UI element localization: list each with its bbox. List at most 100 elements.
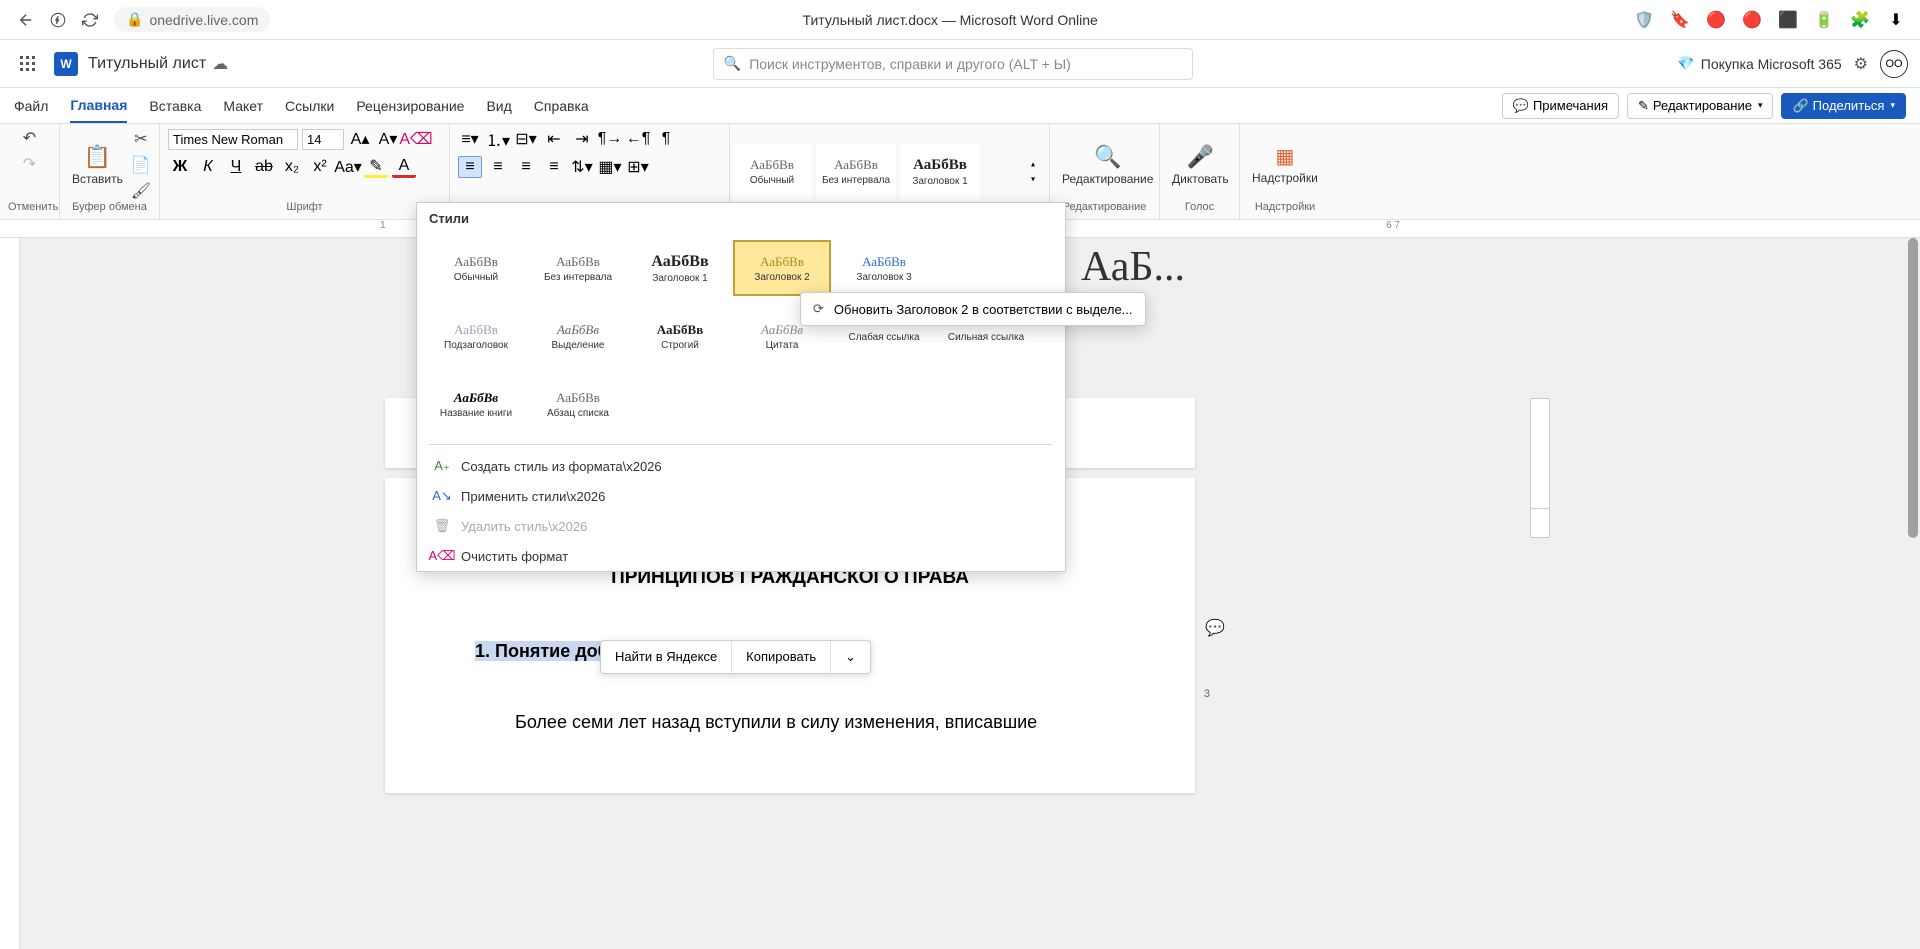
vertical-scrollbar[interactable] — [1906, 238, 1920, 949]
comment-margin-box[interactable] — [1530, 508, 1550, 538]
ext2-icon[interactable]: 🔴 — [1738, 6, 1766, 34]
tab-view[interactable]: Вид — [486, 90, 511, 122]
search-placeholder: Поиск инструментов, справки и другого (A… — [749, 56, 1071, 72]
word-app-icon[interactable]: W — [54, 52, 78, 76]
style-card-заголовок-1[interactable]: АаБбВвЗаголовок 1 — [631, 240, 729, 296]
font-name-select[interactable] — [168, 129, 298, 150]
shading-icon[interactable]: ▦▾ — [598, 156, 622, 178]
style-card-обычный[interactable]: АаБбВвОбычный — [427, 240, 525, 296]
scroll-thumb[interactable] — [1908, 238, 1918, 538]
copy-icon[interactable]: 📄 — [131, 155, 151, 175]
tab-home[interactable]: Главная — [70, 89, 127, 123]
italic-icon[interactable]: К — [196, 156, 220, 178]
update-style-menu-item[interactable]: ⟳ Обновить Заголовок 2 в соответствии с … — [800, 292, 1146, 326]
align-center-icon[interactable]: ≡ — [486, 156, 510, 178]
align-left-icon[interactable]: ≡ — [458, 156, 482, 178]
rtl-icon[interactable]: ←¶ — [626, 128, 650, 150]
indent-icon[interactable]: ⇥ — [570, 128, 594, 150]
justify-icon[interactable]: ≡ — [542, 156, 566, 178]
line-spacing-icon[interactable]: ⇅▾ — [570, 156, 594, 178]
dictate-button[interactable]: 🎤Диктовать — [1168, 140, 1233, 190]
change-case-icon[interactable]: Aa▾ — [336, 156, 360, 178]
search-input[interactable]: 🔍 Поиск инструментов, справки и другого … — [713, 48, 1193, 80]
show-marks-icon[interactable]: ¶ — [654, 128, 678, 150]
numbering-icon[interactable]: ⒈▾ — [486, 128, 510, 150]
comment-bubble-icon[interactable]: 💬 — [1205, 618, 1225, 638]
buy-m365-button[interactable]: 💎 Покупка Microsoft 365 — [1677, 55, 1841, 72]
redo-icon[interactable]: ↷ — [20, 154, 40, 174]
create-style-action[interactable]: A₊Создать стиль из формата\x2026 — [417, 451, 1065, 481]
clear-format-action[interactable]: A⌫Очистить формат — [417, 541, 1065, 571]
quick-style-card[interactable]: АаБбВвОбычный — [732, 144, 812, 200]
doc-paragraph[interactable]: Более семи лет назад вступили в силу изм… — [475, 712, 1105, 733]
tab-layout[interactable]: Макет — [223, 90, 263, 122]
outdent-icon[interactable]: ⇤ — [542, 128, 566, 150]
undo-icon[interactable]: ↶ — [20, 128, 40, 148]
download-icon[interactable]: ⬇ — [1882, 6, 1910, 34]
clear-format-icon[interactable]: A⌫ — [404, 128, 428, 150]
multilevel-icon[interactable]: ⊟▾ — [514, 128, 538, 150]
tab-insert[interactable]: Вставка — [149, 90, 201, 122]
extensions-icon[interactable]: 🧩 — [1846, 6, 1874, 34]
font-size-select[interactable] — [302, 129, 344, 150]
quick-style-card[interactable]: АаБбВвЗаголовок 1 — [900, 144, 980, 200]
format-painter-icon[interactable]: 🖌 — [131, 181, 151, 201]
copy-button[interactable]: Копировать — [732, 641, 831, 673]
share-button[interactable]: 🔗Поделиться▾ — [1781, 93, 1906, 119]
delete-style-action: 🗑Удалить стиль\x2026 — [417, 511, 1065, 541]
underline-icon[interactable]: Ч — [224, 156, 248, 178]
borders-icon[interactable]: ⊞▾ — [626, 156, 650, 178]
apply-styles-action[interactable]: A↘Применить стили\x2026 — [417, 481, 1065, 511]
ext3-icon[interactable]: ⬛ — [1774, 6, 1802, 34]
yandex-search-button[interactable]: Найти в Яндексе — [601, 641, 732, 673]
vertical-ruler[interactable] — [0, 238, 20, 949]
style-card-подзаголовок[interactable]: АаБбВвПодзаголовок — [427, 308, 525, 364]
align-right-icon[interactable]: ≡ — [514, 156, 538, 178]
strike-icon[interactable]: ab — [252, 156, 276, 178]
ltr-icon[interactable]: ¶→ — [598, 128, 622, 150]
editing-mode-button[interactable]: ✎Редактирование▾ — [1627, 93, 1773, 119]
highlight-icon[interactable]: ✎ — [364, 156, 388, 178]
paste-button[interactable]: 📋 Вставить — [68, 140, 127, 190]
tab-help[interactable]: Справка — [534, 90, 589, 122]
app-launcher-icon[interactable] — [12, 48, 44, 80]
style-card-заголовок-3[interactable]: АаБбВвЗаголовок 3 — [835, 240, 933, 296]
comments-button[interactable]: 💬Примечания — [1502, 93, 1619, 119]
mini-more-icon[interactable]: ⌄ — [831, 641, 870, 673]
address-bar[interactable]: 🔒 onedrive.live.com — [114, 7, 270, 32]
style-card-строгий[interactable]: АаБбВвСтрогий — [631, 308, 729, 364]
avatar[interactable]: OO — [1880, 50, 1908, 78]
superscript-icon[interactable]: x² — [308, 156, 332, 178]
addins-button[interactable]: ▦Надстройки — [1248, 140, 1322, 189]
style-card-название-книги[interactable]: АаБбВвНазвание книги — [427, 376, 525, 432]
quick-style-card[interactable]: АаБбВвБез интервала — [816, 144, 896, 200]
shrink-font-icon[interactable]: A▾ — [376, 128, 400, 150]
grow-font-icon[interactable]: A▴ — [348, 128, 372, 150]
settings-icon[interactable]: ⚙ — [1854, 54, 1868, 74]
cloud-sync-icon[interactable]: ☁ — [212, 54, 228, 74]
styles-gallery-popup: Стили АаБ... АаБбВвОбычныйАаБбВвБез инте… — [416, 202, 1066, 572]
subscript-icon[interactable]: x₂ — [280, 156, 304, 178]
cut-icon[interactable]: ✂ — [131, 129, 151, 149]
ext1-icon[interactable]: 🔴 — [1702, 6, 1730, 34]
shield-icon[interactable]: 🛡️ — [1630, 6, 1658, 34]
reload-icon[interactable] — [74, 4, 106, 36]
style-card-абзац-списка[interactable]: АаБбВвАбзац списка — [529, 376, 627, 432]
styles-scroll-up-icon[interactable]: ▴ — [1021, 157, 1045, 171]
back-icon[interactable] — [10, 4, 42, 36]
tab-review[interactable]: Рецензирование — [356, 90, 464, 122]
document-name[interactable]: Титульный лист — [88, 55, 206, 73]
battery-icon[interactable]: 🔋 — [1810, 6, 1838, 34]
yandex-icon[interactable] — [42, 4, 74, 36]
bullets-icon[interactable]: ≡▾ — [458, 128, 482, 150]
bookmark-icon[interactable]: 🔖 — [1666, 6, 1694, 34]
tab-references[interactable]: Ссылки — [285, 90, 334, 122]
font-color-icon[interactable]: A — [392, 156, 416, 178]
style-card-заголовок-2[interactable]: АаБбВвЗаголовок 2 — [733, 240, 831, 296]
find-button[interactable]: 🔍Редактирование — [1058, 140, 1157, 190]
styles-expand-icon[interactable]: ▾ — [1021, 172, 1045, 186]
style-card-без-интервала[interactable]: АаБбВвБез интервала — [529, 240, 627, 296]
style-card-выделение[interactable]: АаБбВвВыделение — [529, 308, 627, 364]
tab-file[interactable]: Файл — [14, 90, 48, 122]
bold-icon[interactable]: Ж — [168, 156, 192, 178]
